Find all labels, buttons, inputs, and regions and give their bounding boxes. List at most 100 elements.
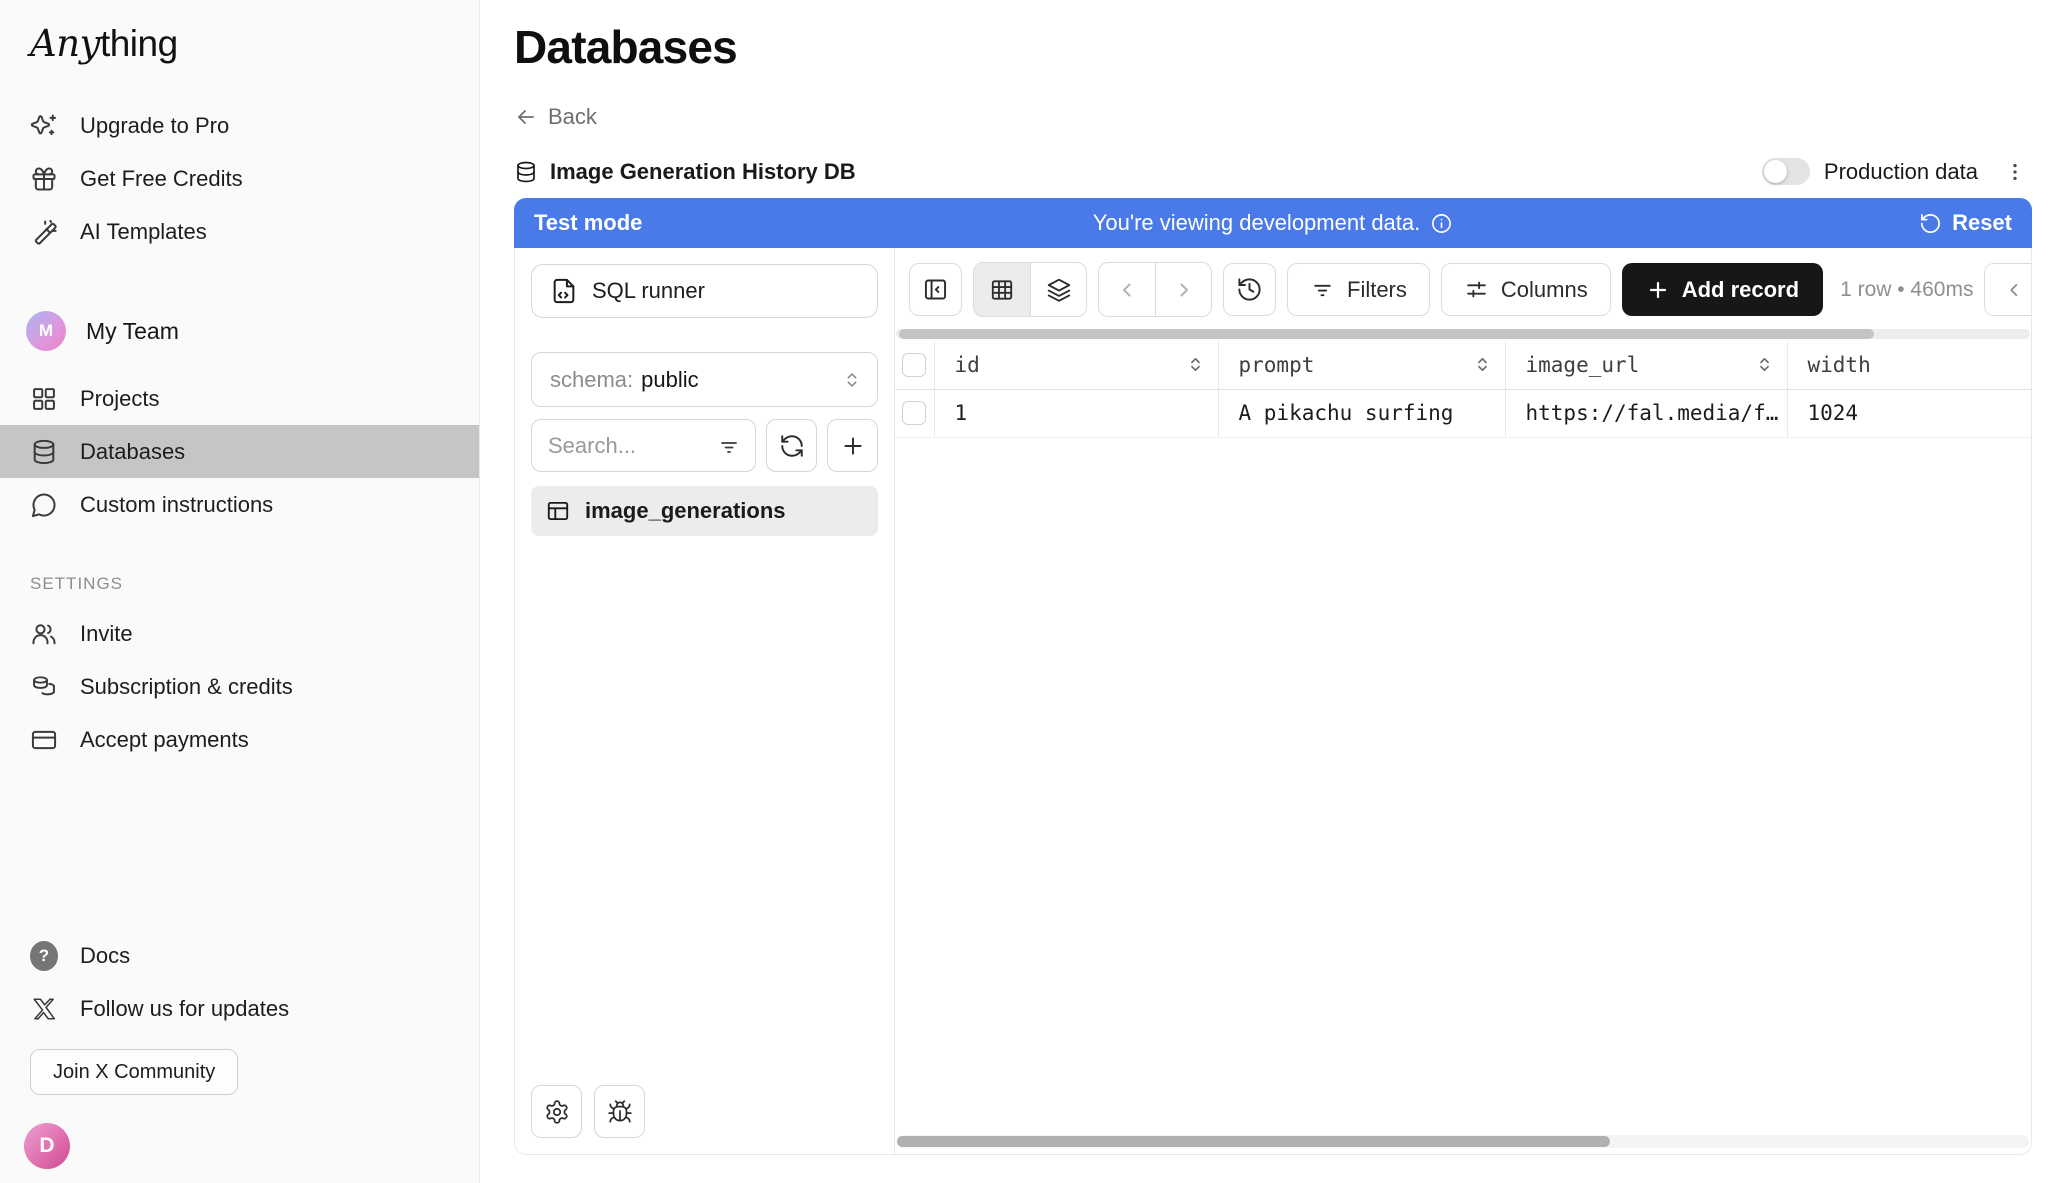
sidebar-item-label: Accept payments	[80, 727, 249, 753]
row-stats: 1 row • 460ms	[1840, 278, 1973, 302]
sidebar-item-label: Follow us for updates	[80, 996, 289, 1022]
columns-button[interactable]: Columns	[1441, 263, 1611, 316]
cell-width[interactable]: 1024	[1787, 389, 2031, 437]
sort-icon[interactable]	[1187, 356, 1204, 373]
file-code-icon	[550, 277, 578, 305]
cell-id[interactable]: 1	[934, 389, 1218, 437]
sidebar-item-subscription-credits[interactable]: Subscription & credits	[0, 660, 479, 713]
column-header-image-url[interactable]: image_url	[1505, 341, 1787, 389]
back-link[interactable]: Back	[514, 104, 597, 130]
user-avatar[interactable]: D	[24, 1123, 70, 1169]
scrollbar-thumb[interactable]	[899, 329, 1874, 339]
page-prev-button[interactable]	[1985, 264, 2031, 315]
reset-button[interactable]: Reset	[1919, 210, 2012, 236]
toggle-knob	[1764, 160, 1787, 183]
sidebar-item-docs[interactable]: ? Docs	[0, 929, 479, 982]
credit-card-icon	[30, 726, 58, 754]
sidebar-item-upgrade-to-pro[interactable]: Upgrade to Pro	[0, 99, 479, 152]
filter-lines-icon[interactable]	[717, 434, 741, 458]
sql-runner-button[interactable]: SQL runner	[531, 264, 878, 318]
search-input[interactable]	[548, 433, 717, 459]
table-view-panel: Filters Columns Add record 1	[895, 248, 2031, 1154]
prev-row-button[interactable]	[1099, 263, 1155, 316]
question-circle-icon: ?	[30, 941, 58, 971]
row-nav-segment	[1098, 262, 1212, 317]
production-data-toggle[interactable]	[1762, 158, 1810, 185]
chat-bubble-icon	[30, 491, 58, 519]
schema-label: schema:	[550, 367, 633, 393]
info-icon[interactable]	[1430, 212, 1453, 235]
column-header-prompt[interactable]: prompt	[1218, 341, 1505, 389]
row-checkbox[interactable]	[902, 401, 926, 425]
next-row-button[interactable]	[1155, 263, 1211, 316]
sidebar-item-accept-payments[interactable]: Accept payments	[0, 713, 479, 766]
sidebar-item-custom-instructions[interactable]: Custom instructions	[0, 478, 479, 531]
schema-value: public	[641, 367, 698, 393]
team-avatar: M	[26, 311, 66, 351]
banner-message: You're viewing development data.	[1093, 210, 1421, 236]
back-label: Back	[548, 104, 597, 130]
wand-icon	[30, 218, 58, 246]
column-header-id[interactable]: id	[934, 341, 1218, 389]
x-logo-icon	[30, 996, 58, 1022]
sliders-icon	[1464, 277, 1489, 302]
table-list-item-image-generations[interactable]: image_generations	[531, 486, 878, 536]
sidebar-item-label: Get Free Credits	[80, 166, 243, 192]
pagination-control: 50 0	[1984, 263, 2031, 316]
sort-icon[interactable]	[1474, 356, 1491, 373]
back-arrow-icon	[514, 105, 538, 129]
grid-view-button[interactable]	[974, 263, 1030, 316]
sidebar-item-label: Invite	[80, 621, 133, 647]
production-data-label: Production data	[1824, 159, 1978, 185]
sidebar-item-invite[interactable]: Invite	[0, 607, 479, 660]
sidebar-item-label: Docs	[80, 943, 130, 969]
sidebar-item-ai-templates[interactable]: AI Templates	[0, 205, 479, 258]
app-logo: Anything	[0, 0, 479, 65]
refresh-button[interactable]	[766, 419, 817, 472]
sidebar-item-label: AI Templates	[80, 219, 207, 245]
sidebar-item-label: Subscription & credits	[80, 674, 293, 700]
team-switcher[interactable]: M My Team	[0, 300, 479, 362]
kebab-menu-icon[interactable]	[1998, 161, 2032, 183]
horizontal-scrollbar-bottom[interactable]	[897, 1135, 2029, 1148]
coins-icon	[30, 673, 58, 701]
collapse-panel-button[interactable]	[909, 263, 962, 316]
cell-image-url[interactable]: https://fal.media/file…	[1505, 389, 1787, 437]
cell-prompt[interactable]: A pikachu surfing	[1218, 389, 1505, 437]
history-button[interactable]	[1223, 263, 1276, 316]
sidebar-item-label: Custom instructions	[80, 492, 273, 518]
settings-gear-button[interactable]	[531, 1085, 582, 1138]
filters-button[interactable]: Filters	[1287, 263, 1430, 316]
plus-icon	[1646, 278, 1670, 302]
add-record-button[interactable]: Add record	[1622, 263, 1823, 316]
sidebar-item-follow-updates[interactable]: Follow us for updates	[0, 982, 479, 1035]
chevron-updown-icon	[841, 369, 863, 391]
debug-bug-button[interactable]	[594, 1085, 645, 1138]
layers-view-button[interactable]	[1030, 263, 1086, 316]
sidebar-item-databases[interactable]: Databases	[0, 425, 479, 478]
table-header-row: id prompt image_url	[895, 341, 2031, 389]
database-card: Test mode You're viewing development dat…	[514, 198, 2032, 1155]
horizontal-scrollbar-top[interactable]	[896, 329, 2030, 339]
join-x-community-button[interactable]: Join X Community	[30, 1049, 238, 1095]
scrollbar-thumb[interactable]	[897, 1136, 1610, 1147]
column-header-width[interactable]: width	[1787, 341, 2031, 389]
test-mode-label: Test mode	[534, 210, 642, 236]
settings-heading: SETTINGS	[0, 561, 479, 607]
sidebar-item-label: Projects	[80, 386, 159, 412]
table-row[interactable]: 1 A pikachu surfing https://fal.media/fi…	[895, 389, 2031, 437]
select-all-checkbox[interactable]	[902, 353, 926, 377]
sidebar: Anything Upgrade to Pro Get Free Credits…	[0, 0, 480, 1183]
sparkles-icon	[30, 112, 58, 140]
table-toolbar: Filters Columns Add record 1	[895, 248, 2031, 317]
table-search	[531, 419, 756, 472]
sidebar-item-get-free-credits[interactable]: Get Free Credits	[0, 152, 479, 205]
sort-icon[interactable]	[1756, 356, 1773, 373]
reset-icon	[1919, 212, 1942, 235]
sidebar-item-label: Upgrade to Pro	[80, 113, 229, 139]
sidebar-item-projects[interactable]: Projects	[0, 372, 479, 425]
schema-select[interactable]: schema: public	[531, 352, 878, 407]
add-table-button[interactable]	[827, 419, 878, 472]
sidebar-item-label: Databases	[80, 439, 185, 465]
database-name: Image Generation History DB	[550, 159, 856, 185]
